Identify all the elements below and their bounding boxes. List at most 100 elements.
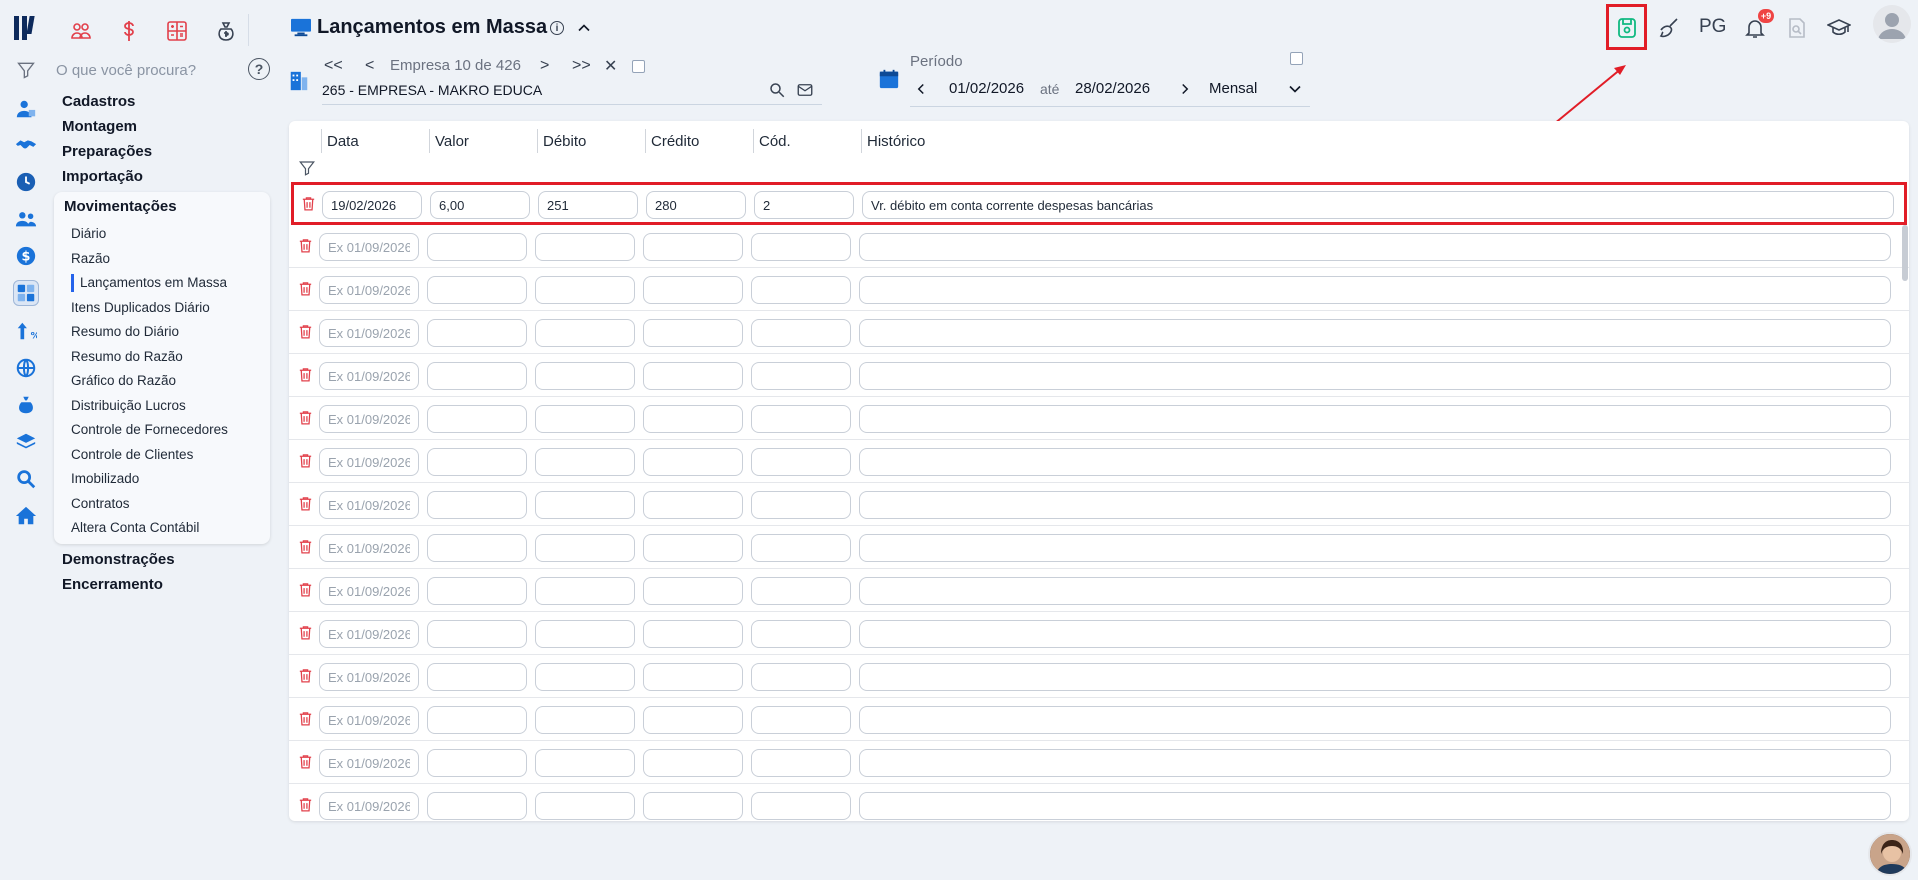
historico-input[interactable] <box>859 706 1891 734</box>
finance-module-icon[interactable] <box>114 16 144 46</box>
valor-input[interactable] <box>427 534 527 562</box>
trash-icon[interactable] <box>297 796 314 815</box>
chevron-right-icon[interactable] <box>1176 80 1194 98</box>
column-header-cod[interactable]: Cód. <box>753 129 861 153</box>
data-input[interactable] <box>319 362 419 390</box>
valor-input[interactable] <box>427 620 527 648</box>
historico-input[interactable] <box>859 362 1891 390</box>
submenu-item-resumo-diario[interactable]: Resumo do Diário <box>71 324 179 339</box>
credito-input[interactable] <box>643 577 743 605</box>
submenu-item-resumo-razao[interactable]: Resumo do Razão <box>71 349 183 364</box>
credito-input[interactable] <box>643 405 743 433</box>
historico-input[interactable] <box>859 405 1891 433</box>
debito-input[interactable] <box>535 362 635 390</box>
column-header-data[interactable]: Data <box>321 129 429 153</box>
cod-input[interactable] <box>754 191 854 219</box>
menu-montagem[interactable]: Montagem <box>62 118 137 135</box>
cod-input[interactable] <box>751 448 851 476</box>
credito-input[interactable] <box>643 491 743 519</box>
credito-input[interactable] <box>643 706 743 734</box>
credito-input[interactable] <box>643 276 743 304</box>
menu-demonstracoes[interactable]: Demonstrações <box>62 551 175 568</box>
trash-icon[interactable] <box>297 280 314 299</box>
debito-input[interactable] <box>535 534 635 562</box>
menu-importacao[interactable]: Importação <box>62 168 143 185</box>
data-input[interactable] <box>319 663 419 691</box>
trash-icon[interactable] <box>297 581 314 600</box>
period-start[interactable]: 01/02/2026 <box>949 80 1024 97</box>
historico-input[interactable] <box>859 448 1891 476</box>
valor-input[interactable] <box>427 362 527 390</box>
column-header-credito[interactable]: Crédito <box>645 129 753 153</box>
cod-input[interactable] <box>751 749 851 777</box>
money-bag-icon[interactable] <box>211 16 241 46</box>
valor-input[interactable] <box>427 319 527 347</box>
historico-input[interactable] <box>859 534 1891 562</box>
trash-icon[interactable] <box>297 366 314 385</box>
save-icon[interactable] <box>1611 12 1643 44</box>
historico-input[interactable] <box>859 276 1891 304</box>
credito-input[interactable] <box>643 620 743 648</box>
dollar-icon[interactable]: $ <box>13 243 39 269</box>
debito-input[interactable] <box>535 577 635 605</box>
company-search-icon[interactable] <box>768 81 786 99</box>
credito-input[interactable] <box>643 534 743 562</box>
data-input[interactable] <box>319 276 419 304</box>
data-input[interactable] <box>319 706 419 734</box>
submenu-item-grafico-razao[interactable]: Gráfico do Razão <box>71 373 176 388</box>
period-mode-select[interactable]: Mensal <box>1209 80 1257 97</box>
users-icon[interactable] <box>13 206 39 232</box>
company-name[interactable]: 265 - EMPRESA - MAKRO EDUCA <box>322 82 542 98</box>
assistant-avatar[interactable] <box>1868 832 1912 876</box>
historico-input[interactable] <box>859 233 1891 261</box>
home-icon[interactable] <box>13 503 39 529</box>
submenu-item-lancamentos-em-massa[interactable]: Lançamentos em Massa <box>80 275 227 290</box>
valor-input[interactable] <box>427 405 527 433</box>
valor-input[interactable] <box>427 577 527 605</box>
debito-input[interactable] <box>535 319 635 347</box>
valor-input[interactable] <box>427 706 527 734</box>
user-register-icon[interactable] <box>13 96 39 122</box>
credito-input[interactable] <box>646 191 746 219</box>
menu-cadastros[interactable]: Cadastros <box>62 93 135 110</box>
debito-input[interactable] <box>535 620 635 648</box>
debito-input[interactable] <box>535 276 635 304</box>
chevron-left-icon[interactable] <box>912 80 930 98</box>
valor-input[interactable] <box>427 749 527 777</box>
data-input[interactable] <box>319 534 419 562</box>
cod-input[interactable] <box>751 276 851 304</box>
submenu-item-altera-conta[interactable]: Altera Conta Contábil <box>71 520 199 535</box>
column-header-historico[interactable]: Histórico <box>861 129 1161 153</box>
trash-icon[interactable] <box>297 409 314 428</box>
cod-input[interactable] <box>751 491 851 519</box>
credito-input[interactable] <box>643 362 743 390</box>
data-input[interactable] <box>319 491 419 519</box>
data-input[interactable] <box>319 792 419 820</box>
filter-icon[interactable] <box>16 60 36 80</box>
company-checkbox[interactable] <box>632 60 645 73</box>
data-input[interactable] <box>319 233 419 261</box>
data-input[interactable] <box>322 191 422 219</box>
accounting-icon[interactable] <box>13 280 39 306</box>
column-header-valor[interactable]: Valor <box>429 129 537 153</box>
mail-icon[interactable] <box>796 81 814 99</box>
menu-movimentacoes[interactable]: Movimentações <box>64 198 177 215</box>
submenu-item-controle-fornecedores[interactable]: Controle de Fornecedores <box>71 422 228 437</box>
submenu-item-distribuicao-lucros[interactable]: Distribuição Lucros <box>71 398 186 413</box>
data-input[interactable] <box>319 620 419 648</box>
submenu-item-contratos[interactable]: Contratos <box>71 496 130 511</box>
people-module-icon[interactable] <box>66 16 96 46</box>
historico-input[interactable] <box>859 491 1891 519</box>
valor-input[interactable] <box>427 792 527 820</box>
first-company-button[interactable]: << <box>324 56 343 76</box>
credito-input[interactable] <box>643 448 743 476</box>
scrollbar[interactable] <box>1902 225 1908 281</box>
clock-icon[interactable] <box>13 169 39 195</box>
globe-icon[interactable] <box>13 355 39 381</box>
submenu-item-diario[interactable]: Diário <box>71 226 106 241</box>
trash-icon[interactable] <box>297 323 314 342</box>
data-input[interactable] <box>319 405 419 433</box>
historico-input[interactable] <box>859 620 1891 648</box>
debito-input[interactable] <box>535 448 635 476</box>
valor-input[interactable] <box>427 448 527 476</box>
